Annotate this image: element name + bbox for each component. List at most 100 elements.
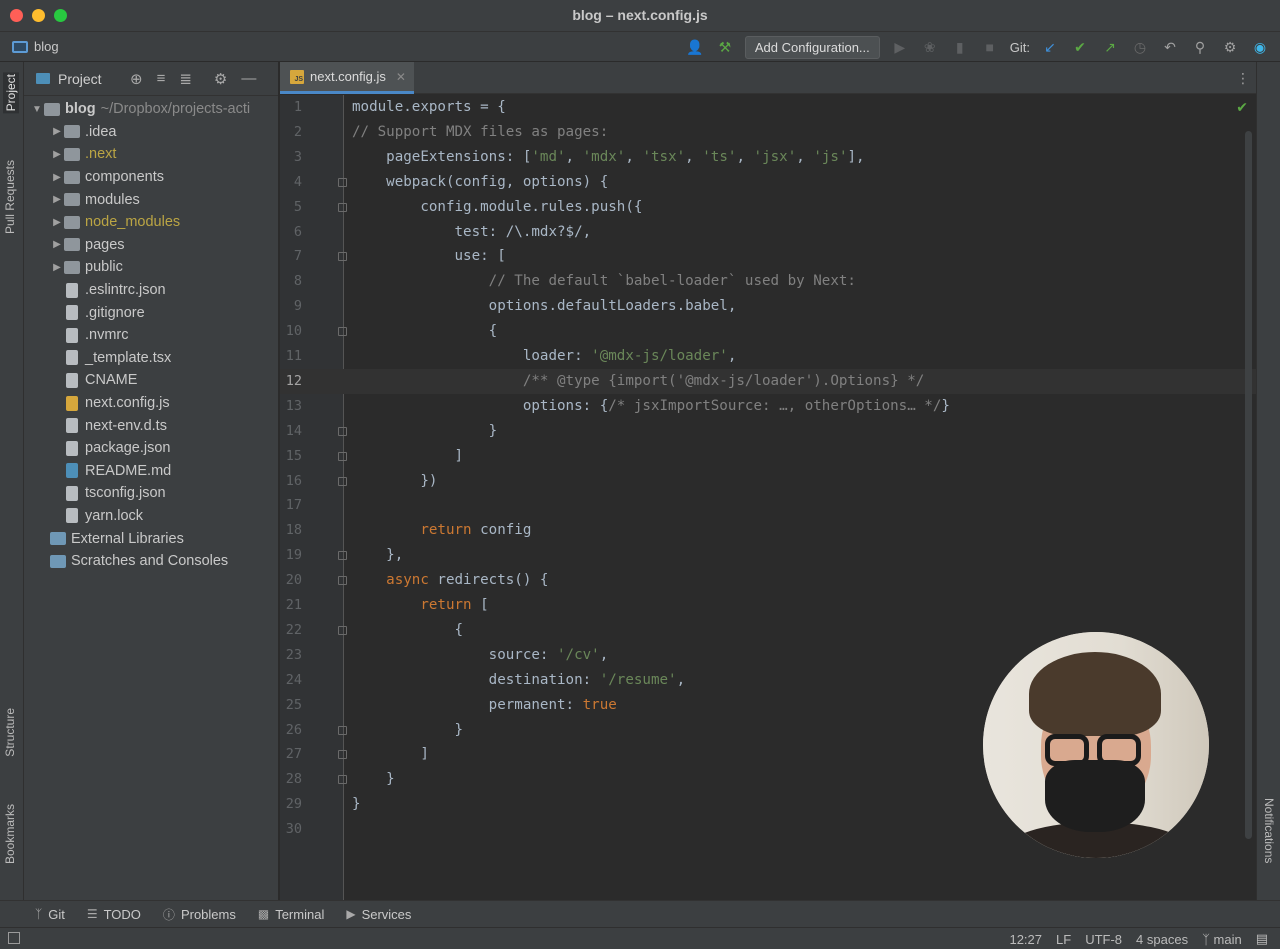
jetbrains-logo-icon[interactable]: ◉ [1250, 39, 1270, 56]
tree-item[interactable]: ▶ .next [24, 143, 278, 166]
code-line[interactable]: 19 }, [280, 543, 1256, 568]
panel-settings-gear-icon[interactable]: ⚙ [214, 70, 227, 88]
chevron-right-icon[interactable]: ▶ [50, 262, 64, 273]
code-line[interactable]: 3 pageExtensions: ['md', 'mdx', 'tsx', '… [280, 145, 1256, 170]
fold-marker-icon[interactable] [338, 725, 347, 735]
chevron-right-icon[interactable]: ▶ [50, 217, 64, 228]
tree-item[interactable]: ▶ public [24, 256, 278, 279]
code-line[interactable]: 17 [280, 493, 1256, 518]
git-update-icon[interactable]: ↙ [1040, 39, 1060, 56]
code-line[interactable]: 2 // Support MDX files as pages: [280, 120, 1256, 145]
chevron-right-icon[interactable]: ▶ [50, 149, 64, 160]
code-line[interactable]: 6 test: /\.mdx?$/, [280, 220, 1256, 245]
code-line[interactable]: 16 }) [280, 469, 1256, 494]
code-line[interactable]: 8 // The default `babel-loader` used by … [280, 269, 1256, 294]
more-options-icon[interactable]: ⋮ [1236, 70, 1250, 87]
tree-item[interactable]: next.config.js [24, 392, 278, 415]
tree-item[interactable]: next-env.d.ts [24, 414, 278, 437]
chevron-right-icon[interactable]: ▶ [50, 239, 64, 250]
expand-all-icon[interactable]: ≡ [157, 70, 166, 88]
code-line[interactable]: 21 return [ [280, 593, 1256, 618]
chevron-right-icon[interactable]: ▶ [50, 126, 64, 137]
bookmarks-tool-tab[interactable]: Bookmarks [3, 804, 17, 864]
code-line[interactable]: 9 options.defaultLoaders.babel, [280, 294, 1256, 319]
build-hammer-icon[interactable]: ⚒ [715, 39, 735, 56]
toggle-tool-windows-icon[interactable] [8, 932, 20, 944]
debug-icon[interactable]: ❀ [920, 39, 940, 56]
code-line[interactable]: 11 loader: '@mdx-js/loader', [280, 344, 1256, 369]
fold-marker-icon[interactable] [338, 252, 347, 262]
file-encoding[interactable]: UTF-8 [1085, 932, 1122, 947]
code-line[interactable]: 18 return config [280, 518, 1256, 543]
services-tool-button[interactable]: ▶ Services [346, 907, 411, 922]
lock-icon[interactable]: ▤ [1256, 931, 1268, 947]
fold-marker-icon[interactable] [338, 551, 347, 561]
line-separator[interactable]: LF [1056, 932, 1071, 947]
fold-marker-icon[interactable] [338, 426, 347, 436]
tree-item[interactable]: README.md [24, 460, 278, 483]
fold-marker-icon[interactable] [338, 451, 347, 461]
code-line[interactable]: 4 webpack(config, options) { [280, 170, 1256, 195]
code-line[interactable]: 15 ] [280, 444, 1256, 469]
fold-marker-icon[interactable] [338, 327, 347, 337]
inspection-ok-check-icon[interactable]: ✔ [1236, 99, 1248, 116]
chevron-down-icon[interactable]: ▼ [30, 104, 44, 115]
code-line[interactable]: 1 module.exports = { [280, 95, 1256, 120]
git-push-icon[interactable]: ↗ [1100, 39, 1120, 56]
fold-marker-icon[interactable] [338, 775, 347, 785]
fold-marker-icon[interactable] [338, 750, 347, 760]
rollback-icon[interactable]: ↶ [1160, 39, 1180, 56]
tree-root-blog[interactable]: ▼ blog ~/Dropbox/projects-acti [24, 98, 278, 121]
code-line[interactable]: 10 { [280, 319, 1256, 344]
tree-item[interactable]: yarn.lock [24, 505, 278, 528]
problems-tool-button[interactable]: ⓘ Problems [163, 906, 236, 923]
tree-item[interactable]: ▶ components [24, 166, 278, 189]
external-libraries-item[interactable]: External Libraries [24, 527, 278, 550]
tree-item[interactable]: ▶ .idea [24, 121, 278, 144]
code-line[interactable]: 13 options: {/* jsxImportSource: …, othe… [280, 394, 1256, 419]
coverage-icon[interactable]: ▮ [950, 39, 970, 56]
git-commit-icon[interactable]: ✔ [1070, 39, 1090, 56]
project-tool-tab[interactable]: Project [3, 72, 19, 114]
structure-tool-tab[interactable]: Structure [3, 708, 17, 757]
user-icon[interactable]: 👤 [685, 39, 705, 56]
git-branch-widget[interactable]: ᛉ main [1202, 932, 1242, 947]
stop-icon[interactable]: ■ [980, 39, 1000, 55]
caret-position[interactable]: 12:27 [1009, 932, 1042, 947]
tree-item[interactable]: .eslintrc.json [24, 279, 278, 302]
indent-setting[interactable]: 4 spaces [1136, 932, 1188, 947]
close-tab-icon[interactable]: ✕ [396, 70, 406, 84]
chevron-right-icon[interactable]: ▶ [50, 172, 64, 183]
code-line[interactable]: 7 use: [ [280, 244, 1256, 269]
fold-marker-icon[interactable] [338, 202, 347, 212]
tree-item[interactable]: ▶ node_modules [24, 211, 278, 234]
chevron-right-icon[interactable]: ▶ [50, 194, 64, 205]
git-history-icon[interactable]: ◷ [1130, 39, 1150, 56]
tree-item[interactable]: .nvmrc [24, 324, 278, 347]
notifications-tool-tab[interactable]: Notifications [1262, 798, 1276, 863]
scratches-item[interactable]: Scratches and Consoles [24, 550, 278, 573]
terminal-tool-button[interactable]: ▩ Terminal [258, 907, 324, 922]
hide-panel-icon[interactable]: — [241, 70, 256, 88]
fold-marker-icon[interactable] [338, 576, 347, 586]
tree-item[interactable]: .gitignore [24, 301, 278, 324]
code-line[interactable]: 5 config.module.rules.push({ [280, 195, 1256, 220]
tree-item[interactable]: ▶ modules [24, 188, 278, 211]
tree-item[interactable]: ▶ pages [24, 234, 278, 257]
locate-file-icon[interactable]: ⊕ [130, 70, 143, 88]
settings-gear-icon[interactable]: ⚙ [1220, 39, 1240, 56]
code-line[interactable]: 14 } [280, 419, 1256, 444]
fold-marker-icon[interactable] [338, 476, 347, 486]
project-breadcrumb[interactable]: blog [12, 39, 59, 54]
collapse-all-icon[interactable]: ≣ [179, 70, 192, 88]
add-configuration-button[interactable]: Add Configuration... [744, 35, 880, 59]
tree-item[interactable]: _template.tsx [24, 347, 278, 370]
editor-scrollbar[interactable] [1245, 131, 1252, 839]
code-line[interactable]: 12 /** @type {import('@mdx-js/loader').O… [280, 368, 1256, 394]
fold-marker-icon[interactable] [338, 177, 347, 187]
fold-marker-icon[interactable] [338, 625, 347, 635]
project-panel-title[interactable]: Project [58, 71, 102, 87]
search-icon[interactable]: ⚲ [1190, 39, 1210, 56]
pull-requests-tool-tab[interactable]: Pull Requests [3, 160, 17, 234]
run-icon[interactable]: ▶ [890, 39, 910, 56]
